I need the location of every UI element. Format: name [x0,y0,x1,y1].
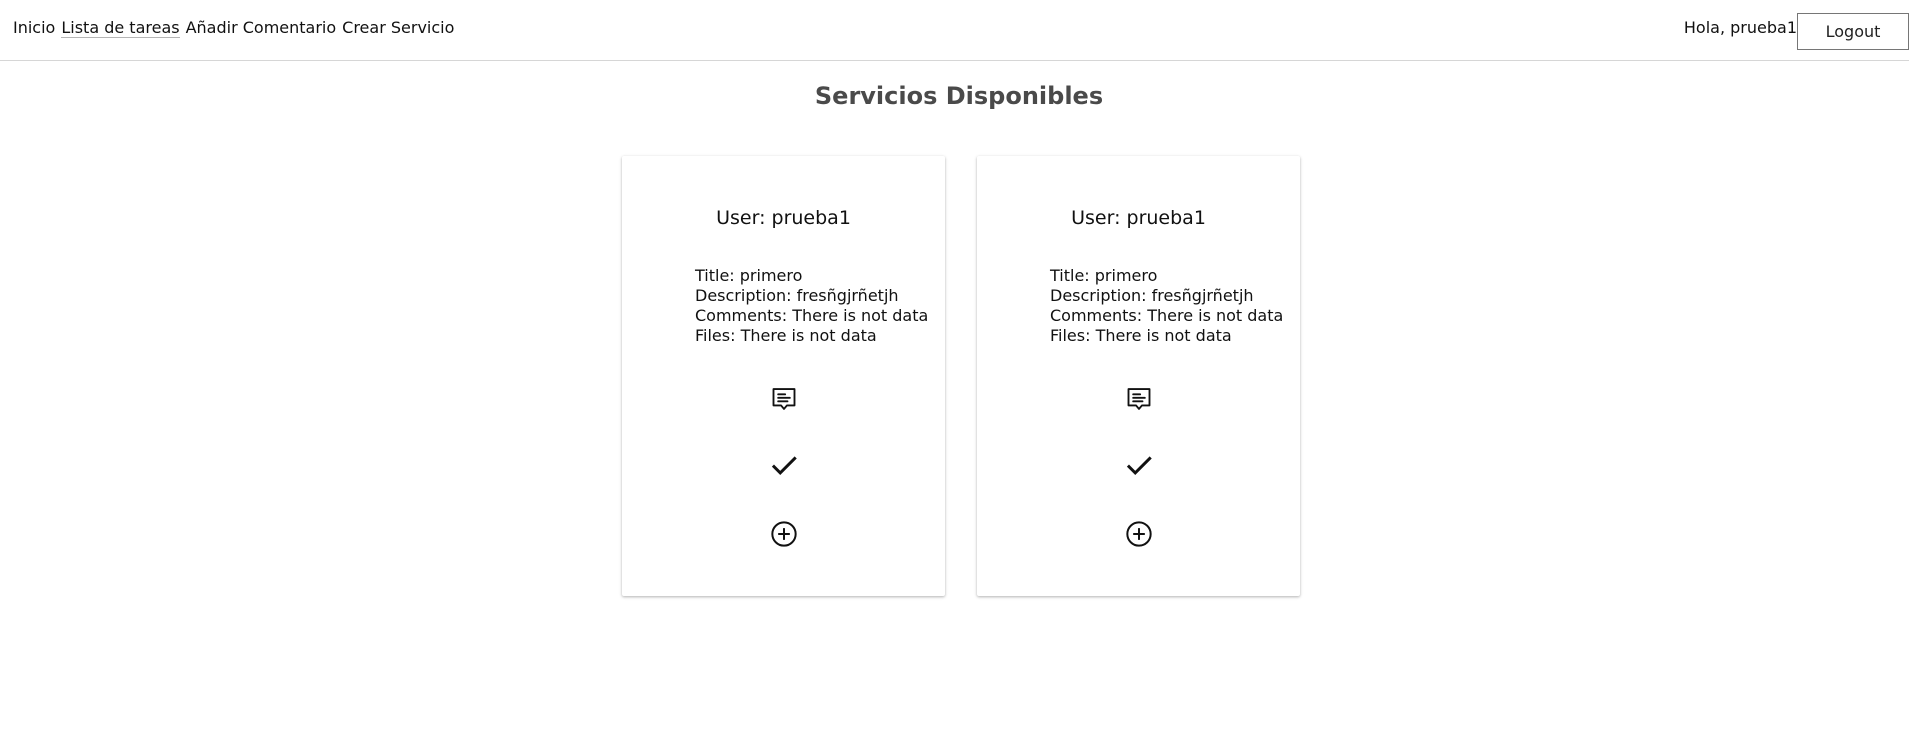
nav-link-anadir-comentario[interactable]: Añadir Comentario [186,18,337,38]
user-greeting: Hola, prueba1 [1683,18,1797,37]
card-files: Files: There is not data [1050,326,1232,345]
comment-icon[interactable] [768,383,800,415]
card-description: Description: fresñgjrñetjh [1050,286,1254,305]
card-description: Description: fresñgjrñetjh [695,286,899,305]
card-comments: Comments: There is not data [1050,306,1284,325]
nav-link-inicio[interactable]: Inicio [13,18,55,38]
check-icon[interactable] [768,450,800,482]
navbar: Inicio Lista de tareas Añadir Comentario… [0,0,1909,61]
logout-button[interactable]: Logout [1797,13,1909,50]
card-title: Title: primero [1050,266,1158,285]
card-user: User: prueba1 [1071,207,1206,229]
service-card: User: prueba1 Title: primero Description… [977,156,1300,596]
check-icon[interactable] [1123,450,1155,482]
service-card: User: prueba1 Title: primero Description… [622,156,945,596]
card-files: Files: There is not data [695,326,877,345]
add-circle-icon[interactable] [768,518,800,550]
nav-links: Inicio Lista de tareas Añadir Comentario… [13,18,454,38]
card-info: Title: primero Description: fresñgjrñetj… [695,266,928,346]
add-circle-icon[interactable] [1123,518,1155,550]
card-user: User: prueba1 [716,207,851,229]
comment-icon[interactable] [1123,383,1155,415]
card-comments: Comments: There is not data [695,306,929,325]
page-title: Servicios Disponibles [814,82,1104,110]
nav-link-lista-de-tareas[interactable]: Lista de tareas [61,18,180,38]
card-title: Title: primero [695,266,803,285]
card-info: Title: primero Description: fresñgjrñetj… [1050,266,1283,346]
nav-link-crear-servicio[interactable]: Crear Servicio [342,18,454,38]
